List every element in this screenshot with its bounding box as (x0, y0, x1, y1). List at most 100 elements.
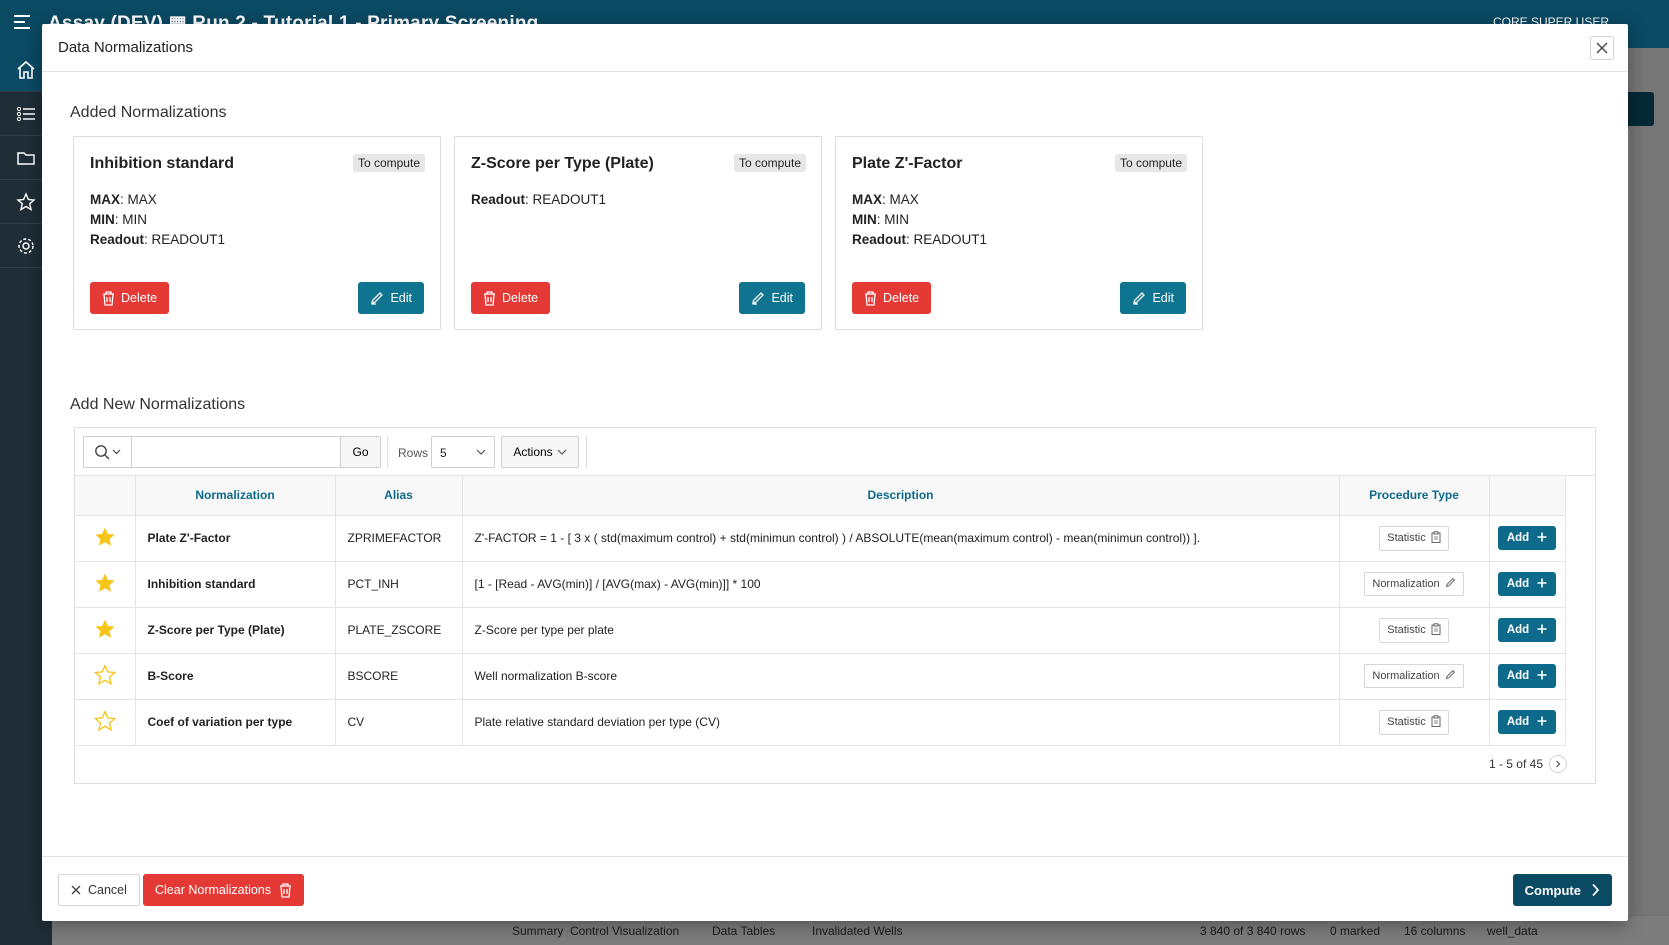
add-button[interactable]: Add (1497, 618, 1557, 642)
param-line: Readout: READOUT1 (852, 232, 988, 247)
normalization-alias: BSCORE (335, 653, 463, 700)
favorite-toggle[interactable] (75, 607, 136, 654)
search-input[interactable] (132, 437, 340, 467)
card-params: MAX: MAX MIN: MIN Readout: READOUT1 (852, 190, 987, 250)
table-row: Z-Score per Type (Plate) PLATE_ZSCORE Z-Sc… (75, 607, 1566, 654)
param-line: Readout: READOUT1 (90, 232, 226, 247)
card-params: MAX: MAX MIN: MIN Readout: READOUT1 (90, 190, 225, 250)
clipboard-icon (1431, 530, 1441, 546)
favorite-toggle[interactable] (75, 653, 136, 700)
column-header-procedure-type[interactable]: Procedure Type (1339, 476, 1490, 516)
favorite-toggle[interactable] (75, 699, 136, 746)
normalization-alias: ZPRIMEFACTOR (335, 515, 463, 562)
pencil-icon (1133, 292, 1146, 305)
normalization-card: Plate Z'-Factor To compute MAX: MAX MIN:… (835, 136, 1203, 330)
delete-button[interactable]: Delete (852, 282, 932, 314)
add-cell: Add (1489, 515, 1566, 562)
edit-button[interactable]: Edit (358, 282, 424, 314)
status-badge: To compute (733, 154, 806, 172)
clipboard-icon (1431, 622, 1441, 638)
next-page-button[interactable] (1549, 755, 1567, 773)
menu-icon[interactable] (14, 14, 32, 35)
table-row: Coef of variation per type CV Plate relati… (75, 699, 1566, 746)
status-badge: To compute (1114, 154, 1187, 172)
procedure-type-badge: Statistic (1379, 617, 1449, 643)
favorite-toggle[interactable] (75, 515, 136, 562)
column-header-actions (1489, 476, 1566, 516)
edit-button[interactable]: Edit (739, 282, 805, 314)
plus-icon (1537, 670, 1547, 683)
card-title: Inhibition standard (90, 155, 234, 172)
close-icon (1596, 42, 1608, 54)
pencil-icon (752, 292, 765, 305)
chevron-right-icon (1592, 883, 1600, 897)
normalization-description: [1 - [Read - AVG(min)] / [AVG(max) - AVG… (462, 561, 1340, 608)
favorite-toggle[interactable] (75, 561, 136, 608)
close-button[interactable] (1590, 36, 1614, 60)
star-outline-icon (93, 663, 117, 689)
normalizations-table: Normalization Alias Description Procedur… (75, 476, 1566, 746)
report-toolbar: Go Rows 5 Actions (75, 428, 1595, 476)
plus-icon (1537, 578, 1547, 591)
column-header-description[interactable]: Description (462, 476, 1340, 516)
normalization-name: Z-Score per Type (Plate) (135, 607, 336, 654)
edit-button[interactable]: Edit (1120, 282, 1186, 314)
column-header-favorite (75, 476, 136, 516)
delete-button[interactable]: Delete (90, 282, 170, 314)
pencil-icon (1445, 577, 1456, 591)
normalization-card: Inhibition standard To compute MAX: MAX … (73, 136, 441, 330)
close-icon (71, 885, 81, 895)
procedure-type-cell: Statistic (1339, 515, 1490, 562)
add-button[interactable]: Add (1497, 572, 1557, 596)
normalization-name: Inhibition standard (135, 561, 336, 608)
normalization-card: Z-Score per Type (Plate) To compute Read… (454, 136, 822, 330)
rows-per-page-select[interactable]: 5 (431, 436, 495, 468)
plus-icon (1537, 624, 1547, 637)
normalization-description: Z-Score per type per plate (462, 607, 1340, 654)
procedure-type-cell: Statistic (1339, 607, 1490, 654)
add-new-normalizations-title: Add New Normalizations (70, 396, 246, 413)
procedure-type-badge: Statistic (1379, 525, 1449, 551)
normalization-alias: PLATE_ZSCORE (335, 607, 463, 654)
star-filled-icon (94, 619, 116, 643)
search-group: Go (83, 436, 381, 468)
normalization-name: Coef of variation per type (135, 699, 336, 746)
add-cell: Add (1489, 653, 1566, 700)
add-cell: Add (1489, 607, 1566, 654)
add-button[interactable]: Add (1497, 664, 1557, 688)
column-header-normalization[interactable]: Normalization (135, 476, 336, 516)
cancel-button[interactable]: Cancel (58, 874, 140, 906)
param-line: MAX: MAX (852, 192, 919, 207)
param-line: Readout: READOUT1 (471, 192, 607, 207)
actions-menu-button[interactable]: Actions (501, 436, 579, 468)
trash-icon (484, 290, 495, 306)
param-line: MIN: MIN (90, 212, 148, 227)
divider (387, 436, 388, 468)
card-title: Z-Score per Type (Plate) (471, 155, 654, 172)
add-button[interactable]: Add (1497, 710, 1557, 734)
pagination: 1 - 5 of 45 (1489, 755, 1567, 773)
card-title: Plate Z'-Factor (852, 155, 963, 172)
procedure-type-cell: Normalization (1339, 561, 1490, 608)
go-button[interactable]: Go (340, 437, 380, 467)
modal-footer: Cancel Clear Normalizations Compute (42, 856, 1628, 921)
normalization-description: Z'-FACTOR = 1 - [ 3 x ( std(maximum cont… (462, 515, 1340, 562)
added-normalizations-title: Added Normalizations (70, 104, 227, 121)
search-icon (94, 445, 120, 460)
add-button[interactable]: Add (1497, 526, 1557, 550)
chevron-down-icon (557, 449, 567, 455)
normalization-alias: PCT_INH (335, 561, 463, 608)
compute-button[interactable]: Compute (1512, 874, 1612, 906)
delete-button[interactable]: Delete (471, 282, 551, 314)
clear-normalizations-button[interactable]: Clear Normalizations (143, 874, 305, 906)
table-row: B-Score BSCORE Well normalization B-score N… (75, 653, 1566, 700)
column-header-alias[interactable]: Alias (335, 476, 463, 516)
search-column-selector[interactable] (84, 437, 132, 467)
procedure-type-cell: Statistic (1339, 699, 1490, 746)
normalization-description: Plate relative standard deviation per ty… (462, 699, 1340, 746)
add-cell: Add (1489, 699, 1566, 746)
normalization-name: Plate Z'-Factor (135, 515, 336, 562)
table-row: Plate Z'-Factor ZPRIMEFACTOR Z'-FACTOR = 1… (75, 515, 1566, 562)
pagination-range: 1 - 5 of 45 (1488, 757, 1543, 771)
status-badge: To compute (352, 154, 425, 172)
